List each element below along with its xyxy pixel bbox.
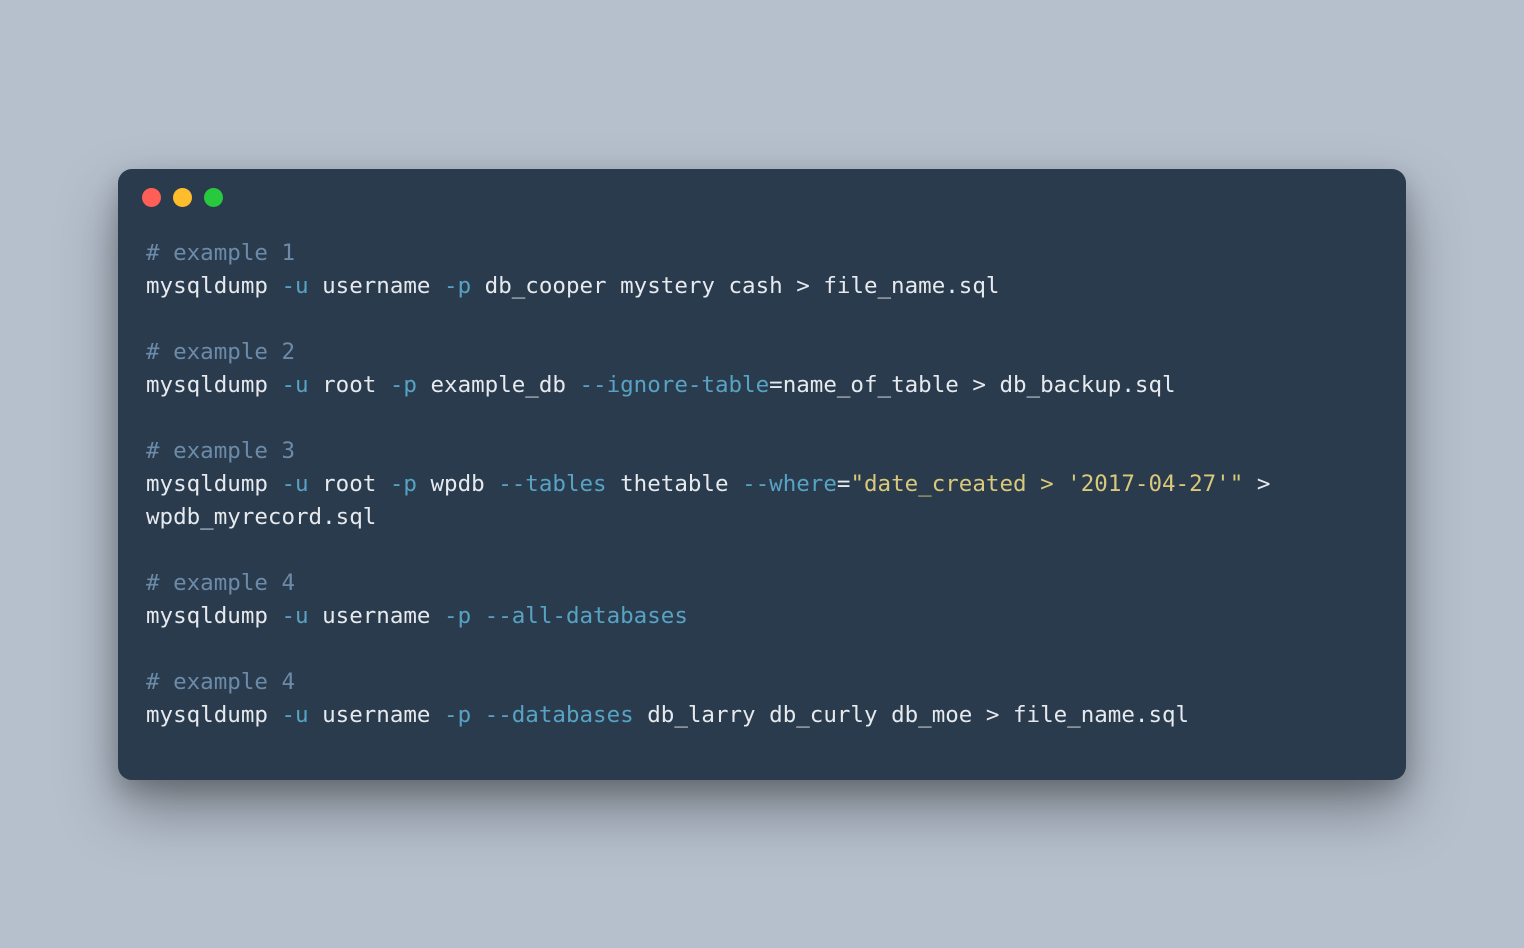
code-token: username — [309, 603, 444, 629]
code-token: mysqldump — [146, 603, 281, 629]
code-token: db_larry db_curly db_moe > file_name.sql — [634, 702, 1189, 728]
code-token-flag: --all-databases — [485, 603, 688, 629]
close-icon[interactable] — [142, 188, 161, 207]
code-token-flag: -u — [281, 372, 308, 398]
code-token-flag: -p — [390, 471, 417, 497]
code-token-flag: -p — [444, 702, 471, 728]
code-token-flag: -u — [281, 471, 308, 497]
code-token: username — [309, 273, 444, 299]
code-token-flag: -p — [444, 603, 471, 629]
code-token: username — [309, 702, 444, 728]
code-token-comment: # example 3 — [146, 438, 295, 464]
minimize-icon[interactable] — [173, 188, 192, 207]
window-titlebar — [118, 169, 1406, 227]
zoom-icon[interactable] — [204, 188, 223, 207]
code-token-flag: -p — [390, 372, 417, 398]
code-content: # example 1 mysqldump -u username -p db_… — [118, 227, 1406, 780]
code-token: mysqldump — [146, 702, 281, 728]
terminal-window: # example 1 mysqldump -u username -p db_… — [118, 169, 1406, 780]
code-token-comment: # example 4 — [146, 570, 295, 596]
code-token: root — [309, 471, 390, 497]
code-token-comment: # example 4 — [146, 669, 295, 695]
code-token: = — [837, 471, 851, 497]
code-token-flag: --where — [742, 471, 837, 497]
code-token-flag: --databases — [485, 702, 634, 728]
code-token: wpdb — [417, 471, 498, 497]
code-token-flag: -u — [281, 273, 308, 299]
code-token-flag: --tables — [498, 471, 606, 497]
code-token-flag: -u — [281, 603, 308, 629]
code-token-str: "date_created > '2017-04-27'" — [850, 471, 1243, 497]
code-token: mysqldump — [146, 471, 281, 497]
code-token: root — [309, 372, 390, 398]
code-token: mysqldump — [146, 273, 281, 299]
code-token: thetable — [607, 471, 742, 497]
code-token: mysqldump — [146, 372, 281, 398]
code-token-comment: # example 2 — [146, 339, 295, 365]
code-token-flag: -u — [281, 702, 308, 728]
code-token-flag: --ignore-table — [580, 372, 770, 398]
code-token: db_cooper mystery cash > file_name.sql — [471, 273, 999, 299]
code-token — [471, 603, 485, 629]
code-token-flag: -p — [444, 273, 471, 299]
code-token — [471, 702, 485, 728]
code-token-comment: # example 1 — [146, 240, 295, 266]
code-token: =name_of_table > db_backup.sql — [769, 372, 1175, 398]
code-token: example_db — [417, 372, 580, 398]
